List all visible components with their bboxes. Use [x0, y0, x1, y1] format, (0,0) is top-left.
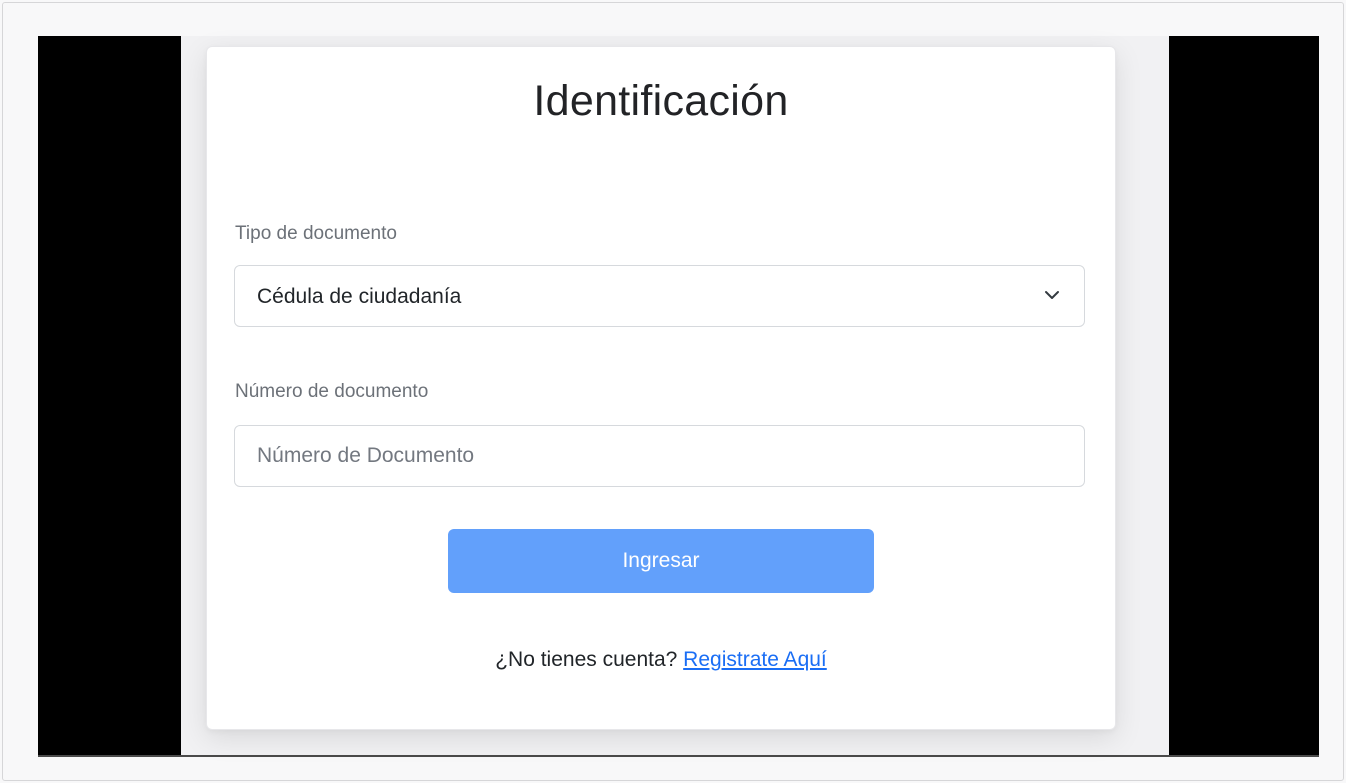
page-background: Identificación Tipo de documento Cédula …	[181, 36, 1169, 755]
document-type-select[interactable]: Cédula de ciudadanía	[234, 265, 1085, 327]
document-number-input[interactable]	[234, 425, 1085, 487]
document-number-label: Número de documento	[235, 381, 429, 402]
login-card: Identificación Tipo de documento Cédula …	[206, 46, 1116, 730]
register-prompt-text: ¿No tienes cuenta?	[495, 648, 678, 671]
login-button[interactable]: Ingresar	[448, 529, 874, 593]
document-type-label: Tipo de documento	[235, 223, 397, 244]
register-prompt-line: ¿No tienes cuenta? Registrate Aquí	[207, 648, 1115, 672]
screenshot-frame: Identificación Tipo de documento Cédula …	[2, 2, 1344, 781]
browser-viewport: Identificación Tipo de documento Cédula …	[38, 36, 1319, 757]
chevron-down-icon	[1045, 291, 1059, 299]
register-link[interactable]: Registrate Aquí	[683, 648, 827, 671]
document-type-selected-value: Cédula de ciudadanía	[257, 285, 462, 308]
page-title: Identificación	[533, 77, 789, 125]
